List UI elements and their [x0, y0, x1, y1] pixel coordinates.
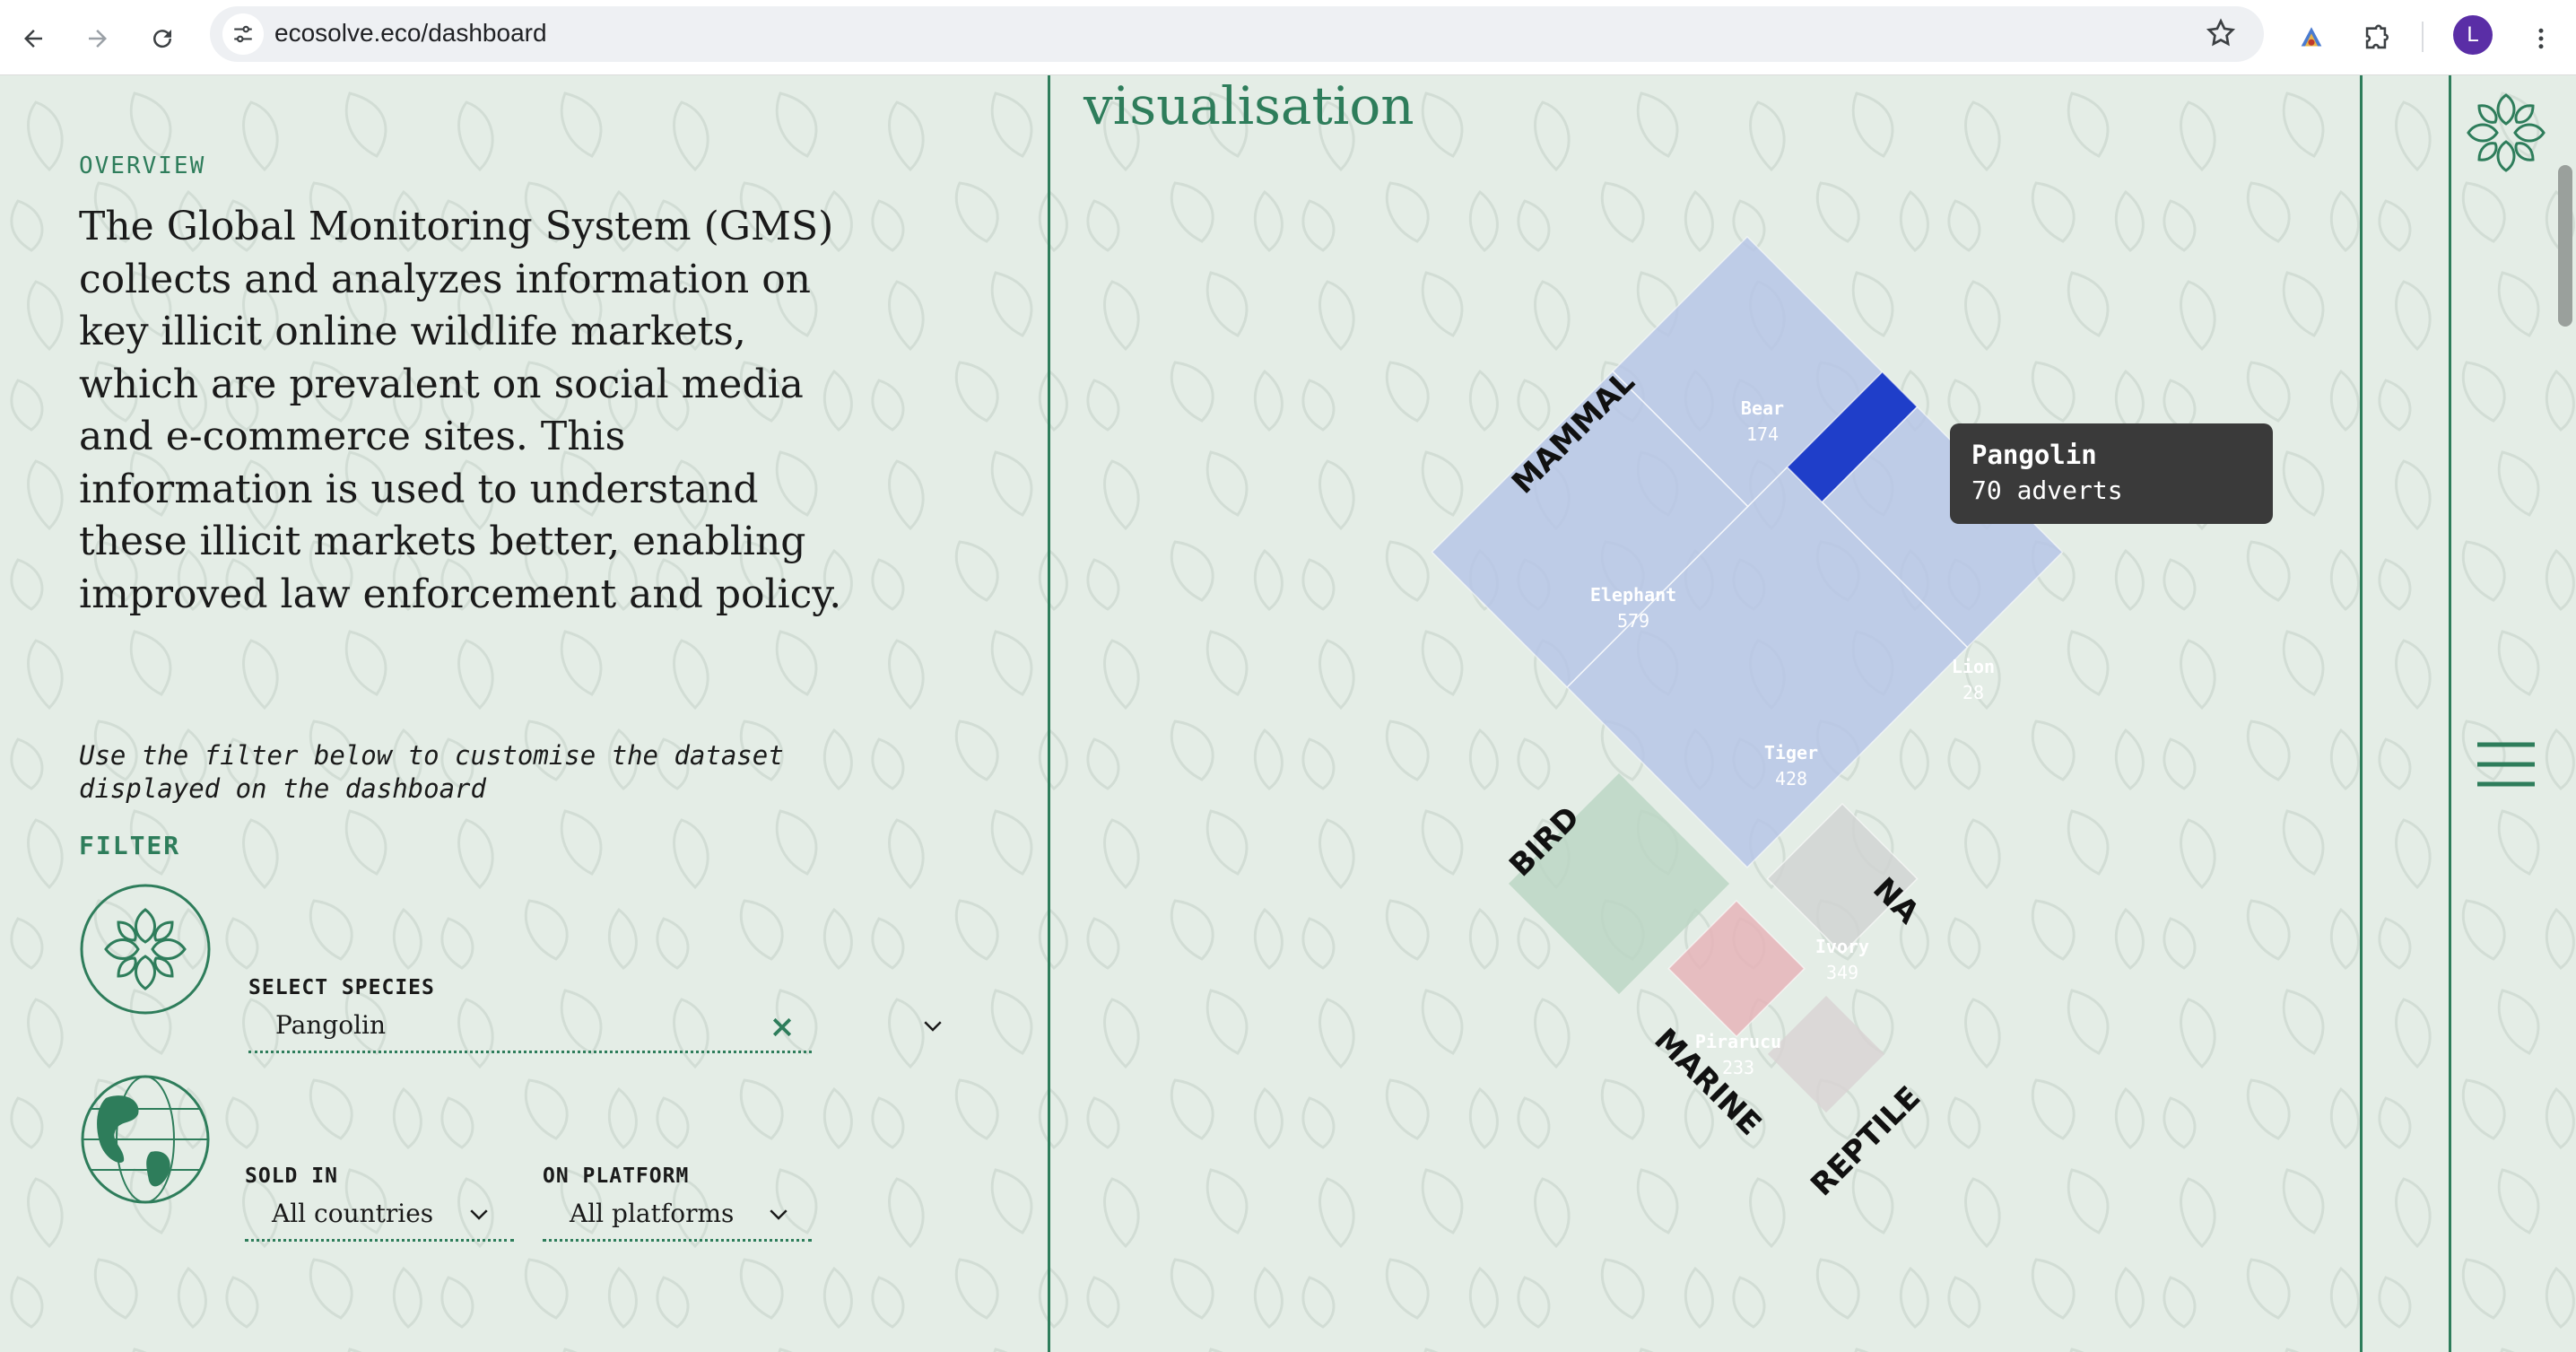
cell-label-elephant: Elephant [1590, 584, 1676, 606]
address-bar[interactable]: ecosolve.eco/dashboard [210, 6, 2264, 62]
puzzle-icon [2365, 24, 2389, 49]
cell-label-tiger: Tiger [1764, 742, 1818, 763]
dashboard-page: OVERVIEW The Global Monitoring System (G… [0, 75, 2576, 1352]
treemap-group-area[interactable] [1767, 996, 1885, 1113]
back-button[interactable] [9, 14, 57, 63]
site-info-button[interactable] [222, 13, 264, 55]
avatar-letter: L [2467, 22, 2479, 47]
treemap-chart: Bear 174 Elephant 579 Tiger 428 Lion 28 Ivory 349… [1431, 235, 2064, 1203]
toolbar-divider [2422, 22, 2424, 52]
cell-value-tiger: 428 [1775, 768, 1807, 789]
reload-button[interactable] [138, 14, 187, 63]
bookmark-star-button[interactable] [2205, 17, 2237, 54]
browser-menu-button[interactable] [2517, 14, 2565, 63]
treemap-group-area[interactable] [1432, 237, 2063, 868]
cell-value-ivory: 349 [1826, 962, 1858, 983]
tooltip-species: Pangolin [1971, 440, 2097, 470]
star-icon [2206, 18, 2236, 47]
treemap-group-mammal[interactable] [1431, 235, 2064, 868]
browser-toolbar: ecosolve.eco/dashboard L [0, 0, 2576, 75]
ecosolve-logo-icon[interactable] [2463, 90, 2549, 176]
arrow-left-icon [24, 30, 42, 48]
cell-value-lion: 28 [1962, 682, 1984, 703]
cell-label-lion: Lion [1952, 656, 1995, 677]
reload-icon [153, 30, 172, 48]
page-scrollbar-thumb[interactable] [2558, 165, 2572, 327]
extension-tool-icon [2301, 27, 2322, 47]
cell-value-bear: 174 [1746, 423, 1779, 445]
cell-label-bear: Bear [1741, 397, 1784, 419]
cell-label-pirarucu: Pirarucu [1695, 1031, 1781, 1052]
extensions-menu-button[interactable] [2352, 14, 2400, 63]
tooltip-value: 70 adverts [1971, 475, 2123, 505]
profile-avatar[interactable]: L [2453, 15, 2493, 55]
forward-button[interactable] [74, 14, 122, 63]
hamburger-menu-icon[interactable] [2476, 739, 2537, 789]
url-text[interactable]: ecosolve.eco/dashboard [274, 19, 547, 48]
tune-icon [234, 25, 252, 43]
more-vert-icon [2538, 28, 2544, 49]
arrow-right-icon [89, 30, 107, 48]
cell-value-elephant: 579 [1617, 610, 1649, 632]
chart-tooltip: Pangolin 70 adverts [1950, 423, 2273, 524]
extension-button[interactable] [2287, 14, 2336, 63]
treemap-group-reptile[interactable] [1767, 996, 1885, 1113]
cell-label-ivory: Ivory [1815, 936, 1869, 957]
